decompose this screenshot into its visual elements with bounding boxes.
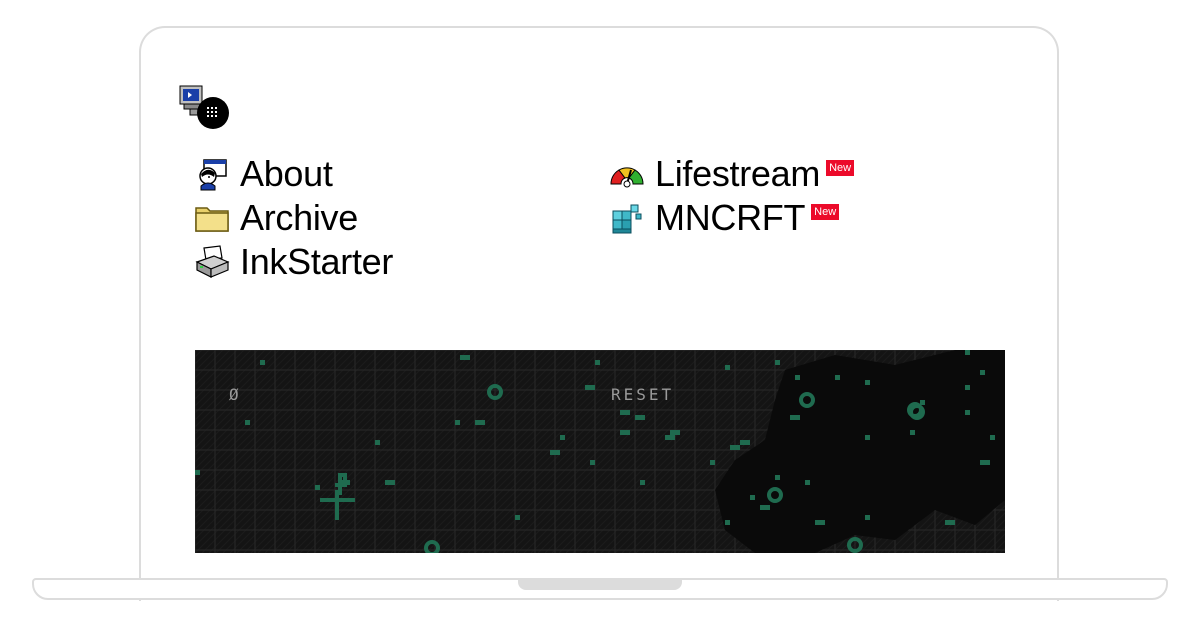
- live-cell: [725, 520, 730, 525]
- nav-item-lifestream[interactable]: Lifestream New: [609, 152, 855, 196]
- live-cell: [965, 410, 970, 415]
- game-grid: [195, 350, 1005, 553]
- live-cell: [945, 520, 955, 525]
- live-cell: [665, 435, 675, 440]
- live-cell: [260, 360, 265, 365]
- nav-label: InkStarter: [240, 241, 394, 282]
- live-cell: [670, 430, 680, 435]
- live-cell: [515, 515, 520, 520]
- live-cell: [710, 460, 715, 465]
- live-cell: [640, 480, 645, 485]
- live-cell: [385, 480, 395, 485]
- live-cell: [835, 375, 840, 380]
- blocks-icon: [609, 200, 645, 236]
- live-cell: [965, 350, 970, 355]
- live-cell: [455, 420, 460, 425]
- new-badge: New: [826, 160, 855, 176]
- generation-counter: Ø: [229, 385, 241, 404]
- live-cell: [460, 355, 470, 360]
- live-cell: [595, 360, 600, 365]
- dead-region: [715, 350, 1005, 553]
- live-cell: [560, 435, 565, 440]
- live-cell: [375, 440, 380, 445]
- live-cell: [965, 385, 970, 390]
- page: About Archive InkStarter Lifestream New …: [0, 0, 1200, 630]
- live-cell: [980, 460, 990, 465]
- live-cell: [475, 420, 485, 425]
- nav-menu-right: Lifestream New MNCRFT New: [609, 152, 855, 240]
- live-cell: [730, 445, 740, 450]
- live-cell: [590, 460, 595, 465]
- live-cell: [195, 470, 200, 475]
- live-cell: [315, 485, 320, 490]
- live-cell: [790, 415, 800, 420]
- site-logo-icon[interactable]: [178, 82, 234, 130]
- live-cell: [920, 400, 925, 405]
- nav-label: Lifestream: [655, 153, 821, 194]
- live-cell: [725, 365, 730, 370]
- nav-item-mncrft[interactable]: MNCRFT New: [609, 196, 854, 240]
- live-cell: [620, 410, 630, 415]
- live-cell: [740, 440, 750, 445]
- user-card-icon: [194, 156, 230, 192]
- live-cell: [245, 420, 250, 425]
- live-cell: [775, 475, 780, 480]
- live-cell: [620, 430, 630, 435]
- gauge-icon: [609, 156, 645, 192]
- folder-icon: [194, 200, 230, 236]
- laptop-notch: [518, 578, 682, 590]
- nav-item-about[interactable]: About: [194, 152, 393, 196]
- live-cell: [795, 375, 800, 380]
- live-cell: [815, 520, 825, 525]
- live-cell: [865, 515, 870, 520]
- nav-label: Archive: [240, 197, 358, 238]
- live-cell: [550, 450, 560, 455]
- live-cell: [865, 380, 870, 385]
- live-cell: [910, 430, 915, 435]
- nav-item-inkstarter[interactable]: InkStarter: [194, 240, 393, 284]
- live-cell: [775, 360, 780, 365]
- live-cell: [805, 480, 810, 485]
- live-cell: [635, 415, 645, 420]
- nav-label: About: [240, 153, 333, 194]
- nav-label: MNCRFT: [655, 197, 806, 238]
- nav-menu-left: About Archive InkStarter: [194, 152, 393, 284]
- live-cell: [865, 435, 870, 440]
- reset-button[interactable]: RESET: [611, 385, 674, 404]
- nav-item-archive[interactable]: Archive: [194, 196, 393, 240]
- live-cell: [750, 495, 755, 500]
- live-cell: [585, 385, 595, 390]
- live-cell: [760, 505, 770, 510]
- new-badge: New: [811, 204, 840, 220]
- live-cell: [990, 435, 995, 440]
- printer-icon: [194, 244, 230, 280]
- live-cell: [980, 370, 985, 375]
- game-of-life-canvas[interactable]: Ø RESET: [195, 350, 1005, 553]
